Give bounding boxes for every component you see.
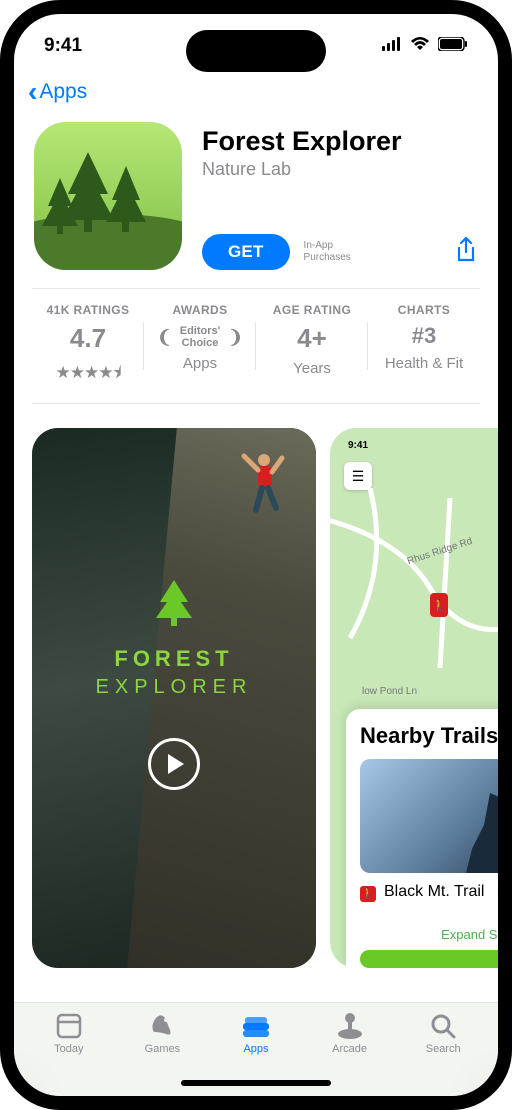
phone-frame: 9:41 ‹ Apps bbox=[0, 0, 512, 1110]
info-strip[interactable]: 41K RATINGS 4.7 ★★★★⯨ AWARDS ❨Editors' C… bbox=[32, 288, 480, 404]
trail-image bbox=[360, 759, 498, 873]
in-app-purchases-label: In-AppPurchases bbox=[304, 240, 351, 264]
laurel-right-icon: ❩ bbox=[228, 327, 243, 348]
app-title: Forest Explorer bbox=[202, 126, 478, 157]
trail-badge-icon: 🚶 bbox=[360, 886, 376, 902]
promo-title-1: FOREST bbox=[32, 646, 316, 672]
hiker-pin-icon: 🚶 bbox=[430, 593, 448, 617]
app-icon[interactable] bbox=[34, 122, 182, 270]
notch bbox=[186, 30, 326, 72]
screenshot-2[interactable]: 9:41 ☰ Rhus Ridge Rd low Pond Ln 🚶 Nearb… bbox=[330, 428, 498, 968]
map-roads bbox=[330, 488, 498, 668]
age-rating-column: AGE RATING 4+ Years bbox=[256, 303, 368, 389]
app-developer[interactable]: Nature Lab bbox=[202, 159, 478, 180]
screenshots-strip[interactable]: FOREST EXPLORER 9:41 ☰ Rhus Ridge Rd low… bbox=[14, 404, 498, 968]
tab-today[interactable]: Today bbox=[22, 1011, 116, 1096]
wifi-icon bbox=[410, 35, 430, 57]
today-icon bbox=[22, 1011, 116, 1041]
status-time: 9:41 bbox=[44, 35, 82, 57]
preview-time: 9:41 bbox=[348, 440, 368, 451]
promo-title-2: EXPLORER bbox=[32, 676, 316, 699]
screenshot-1[interactable]: FOREST EXPLORER bbox=[32, 428, 316, 968]
climber-figure bbox=[236, 448, 286, 528]
charts-column: CHARTS #3 Health & Fit bbox=[368, 303, 480, 389]
ratings-column: 41K RATINGS 4.7 ★★★★⯨ bbox=[32, 303, 144, 389]
action-bar bbox=[360, 950, 498, 968]
games-icon bbox=[116, 1011, 210, 1041]
chevron-left-icon: ‹ bbox=[28, 78, 37, 106]
tree-icon bbox=[32, 580, 316, 636]
tab-search[interactable]: Search bbox=[396, 1011, 490, 1096]
pond-label: low Pond Ln bbox=[362, 686, 417, 697]
map-menu-button: ☰ bbox=[344, 462, 372, 490]
trail-name: Black Mt. Trail bbox=[384, 883, 489, 901]
home-indicator[interactable] bbox=[181, 1080, 331, 1086]
back-label: Apps bbox=[39, 80, 87, 104]
play-button[interactable] bbox=[148, 738, 200, 790]
app-header: Forest Explorer Nature Lab GET In-AppPur… bbox=[14, 114, 498, 288]
trails-heading: Nearby Trails bbox=[360, 723, 498, 749]
cellular-icon bbox=[382, 35, 402, 57]
nearby-trails-card: Nearby Trails 🚶 Black Mt. Trail Distance… bbox=[346, 709, 498, 968]
share-button[interactable] bbox=[454, 236, 478, 269]
laurel-left-icon: ❨ bbox=[157, 327, 172, 348]
awards-column: AWARDS ❨Editors' Choice❩ Apps bbox=[144, 303, 256, 389]
arcade-icon bbox=[303, 1011, 397, 1041]
search-icon bbox=[396, 1011, 490, 1041]
battery-icon bbox=[438, 35, 468, 57]
rating-stars-icon: ★★★★⯨ bbox=[38, 360, 138, 389]
apps-icon bbox=[209, 1011, 303, 1041]
expand-search-link: Expand Search bbox=[360, 927, 498, 942]
trail-distance: Distance 7.6 MI bbox=[497, 888, 498, 915]
get-button[interactable]: GET bbox=[202, 234, 290, 270]
pine-trees-icon bbox=[34, 122, 182, 270]
share-icon bbox=[454, 236, 478, 264]
back-button[interactable]: ‹ Apps bbox=[14, 78, 498, 114]
